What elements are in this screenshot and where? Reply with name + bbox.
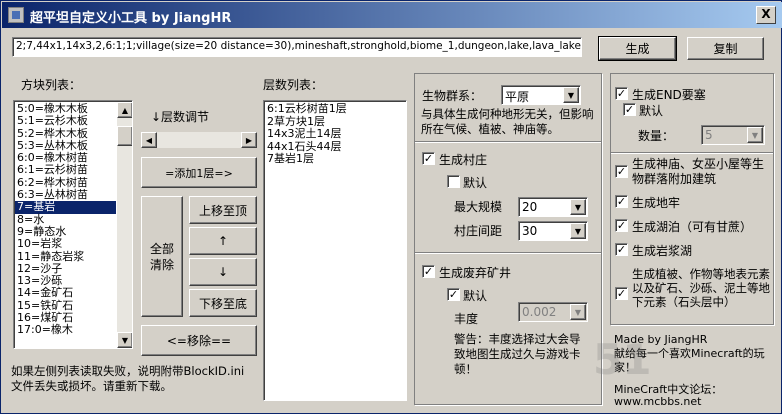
remove-layer-button[interactable]: <=移除== bbox=[141, 325, 257, 356]
village-default-label: 默认 bbox=[463, 176, 488, 190]
block-list-item[interactable]: 11=静态岩浆 bbox=[15, 250, 116, 263]
stronghold-count-value: 5 bbox=[705, 128, 713, 142]
mineshaft-density-label: 丰度 bbox=[454, 312, 479, 326]
block-list-scrollbar[interactable]: ▲ ▼ bbox=[117, 102, 132, 348]
block-list-label: 方块列表： bbox=[21, 78, 82, 92]
block-list-item[interactable]: 10=岩浆 bbox=[15, 237, 116, 250]
chevron-down-icon[interactable]: ▼ bbox=[570, 304, 586, 320]
mineshaft-density-select[interactable]: 0.002 ▼ bbox=[518, 302, 588, 322]
close-button[interactable]: X bbox=[756, 6, 776, 24]
clear-all-label: 全部 清除 bbox=[149, 241, 174, 272]
scroll-right-button[interactable]: ▶ bbox=[241, 132, 257, 148]
temples-checkbox[interactable]: ✓ bbox=[615, 165, 628, 178]
window-title: 超平坦自定义小工具 by JiangHR bbox=[30, 11, 232, 26]
chevron-down-icon[interactable]: ▼ bbox=[570, 199, 586, 215]
layer-list[interactable]: 6:1云杉树苗1层 2草方块1层 14x3泥土14层 44x1石头44层 7基岩1层 bbox=[263, 100, 407, 401]
stronghold-default-label: 默认 bbox=[639, 104, 664, 118]
mineshaft-density-value: 0.002 bbox=[522, 305, 557, 319]
layer-count-label: ↓层数调节 bbox=[151, 110, 210, 124]
watermark: 51 bbox=[593, 335, 652, 384]
stronghold-default-checkbox[interactable]: ✓ bbox=[623, 103, 636, 116]
lakes-label: 生成湖泊（可有甘蔗） bbox=[632, 220, 753, 234]
mineshaft-section-divider bbox=[415, 252, 601, 254]
stronghold-checkbox[interactable]: ✓ bbox=[615, 87, 628, 100]
title-bar[interactable]: 超平坦自定义小工具 by JiangHR X bbox=[2, 2, 782, 28]
village-label: 生成村庄 bbox=[439, 153, 488, 167]
block-list-item[interactable]: 7=基岩 bbox=[15, 201, 116, 214]
block-list-item[interactable]: 17:0=橡木 bbox=[15, 324, 116, 337]
biome-value: 平原 bbox=[505, 90, 530, 104]
mineshaft-checkbox[interactable]: ✓ bbox=[422, 265, 435, 278]
layer-list-item[interactable]: 6:1云杉树苗1层 bbox=[267, 102, 403, 116]
mineshaft-default-label: 默认 bbox=[463, 289, 488, 303]
scroll-up-button[interactable]: ▲ bbox=[117, 102, 132, 118]
lava-lakes-label: 生成岩浆湖 bbox=[632, 244, 693, 258]
block-list-item[interactable]: 14=金矿石 bbox=[15, 287, 116, 300]
village-size-value: 20 bbox=[522, 200, 538, 214]
decoration-label: 生成植被、作物等地表元素以及矿石、沙砾、泥土等地下元素（石头层中） bbox=[632, 267, 770, 309]
add-layer-button[interactable]: =添加1层=> bbox=[141, 157, 257, 188]
move-down-button[interactable]: ↓ bbox=[189, 258, 257, 286]
block-list-item[interactable]: 6:1=云杉树苗 bbox=[15, 164, 116, 177]
layer-list-item[interactable]: 7基岩1层 bbox=[267, 152, 403, 166]
stronghold-label: 生成END要塞 bbox=[632, 88, 706, 102]
move-up-button[interactable]: ↑ bbox=[189, 227, 257, 255]
main-window: 超平坦自定义小工具 by JiangHR X 2;7,44x1,14x3,2,6… bbox=[0, 0, 782, 414]
dungeons-label: 生成地牢 bbox=[632, 196, 681, 210]
stronghold-count-label: 数量： bbox=[638, 129, 675, 143]
clear-all-button[interactable]: 全部 清除 bbox=[141, 196, 183, 317]
move-top-button[interactable]: 上移至顶 bbox=[189, 196, 257, 224]
mineshaft-label: 生成废弃矿井 bbox=[439, 266, 512, 280]
layer-count-scrollbar[interactable]: ◀ ▶ bbox=[141, 132, 257, 148]
blockid-warning: 如果左侧列表读取失败，说明附带BlockID.ini文件丢失或损坏。请重新下载。 bbox=[11, 364, 245, 393]
preset-string-field[interactable]: 2;7,44x1,14x3,2,6:1;1;village(size=20 di… bbox=[12, 37, 582, 57]
dungeons-checkbox[interactable]: ✓ bbox=[615, 195, 628, 208]
chevron-down-icon[interactable]: ▼ bbox=[563, 87, 579, 103]
temples-label: 生成神庙、女巫小屋等生物群落附加建筑 bbox=[632, 157, 765, 186]
mineshaft-warning: 警告：丰度选择过大会导致地图生成过久与游戏卡顿！ bbox=[454, 332, 581, 376]
chevron-down-icon[interactable]: ▼ bbox=[570, 223, 586, 239]
village-size-label: 最大规模 bbox=[454, 200, 503, 214]
lakes-checkbox[interactable]: ✓ bbox=[615, 219, 628, 232]
layer-list-item[interactable]: 14x3泥土14层 bbox=[267, 127, 403, 141]
move-bottom-button[interactable]: 下移至底 bbox=[189, 289, 257, 317]
biome-select[interactable]: 平原 ▼ bbox=[501, 85, 581, 105]
forum-url[interactable]: www.mcbbs.net bbox=[614, 395, 701, 408]
scroll-down-button[interactable]: ▼ bbox=[117, 332, 132, 348]
chevron-down-icon[interactable]: ▼ bbox=[747, 127, 763, 143]
village-distance-value: 30 bbox=[522, 224, 538, 238]
generate-button[interactable]: 生成 bbox=[598, 36, 677, 61]
decoration-checkbox[interactable]: ✓ bbox=[615, 287, 628, 300]
village-section-divider bbox=[415, 141, 601, 143]
layer-list-label: 层数列表： bbox=[263, 78, 324, 92]
lava-lakes-checkbox[interactable]: ✓ bbox=[615, 243, 628, 256]
mineshaft-default-checkbox[interactable]: ✓ bbox=[447, 288, 460, 301]
village-checkbox[interactable]: ✓ bbox=[422, 152, 435, 165]
stronghold-count-select[interactable]: 5 ▼ bbox=[701, 125, 765, 145]
app-icon bbox=[8, 7, 24, 23]
scroll-thumb[interactable] bbox=[117, 126, 132, 146]
village-distance-label: 村庄间距 bbox=[454, 224, 503, 238]
block-list[interactable]: 5:0=橡木木板 5:1=云杉木板 5:2=桦木木板 5:3=丛林木板 6:0=橡木树苗… bbox=[13, 100, 133, 349]
village-default-checkbox[interactable] bbox=[447, 175, 460, 188]
biome-note: 与具体生成何种地形无关，但影响所在气候、植被、神庙等。 bbox=[421, 107, 594, 136]
village-size-select[interactable]: 20 ▼ bbox=[518, 197, 588, 217]
copy-button[interactable]: 复制 bbox=[687, 37, 764, 60]
biome-label: 生物群系： bbox=[422, 89, 483, 103]
block-list-item[interactable]: 5:1=云杉木板 bbox=[15, 114, 116, 127]
village-distance-select[interactable]: 30 ▼ bbox=[518, 221, 588, 241]
structures-divider bbox=[611, 152, 773, 154]
scroll-left-button[interactable]: ◀ bbox=[141, 132, 157, 148]
